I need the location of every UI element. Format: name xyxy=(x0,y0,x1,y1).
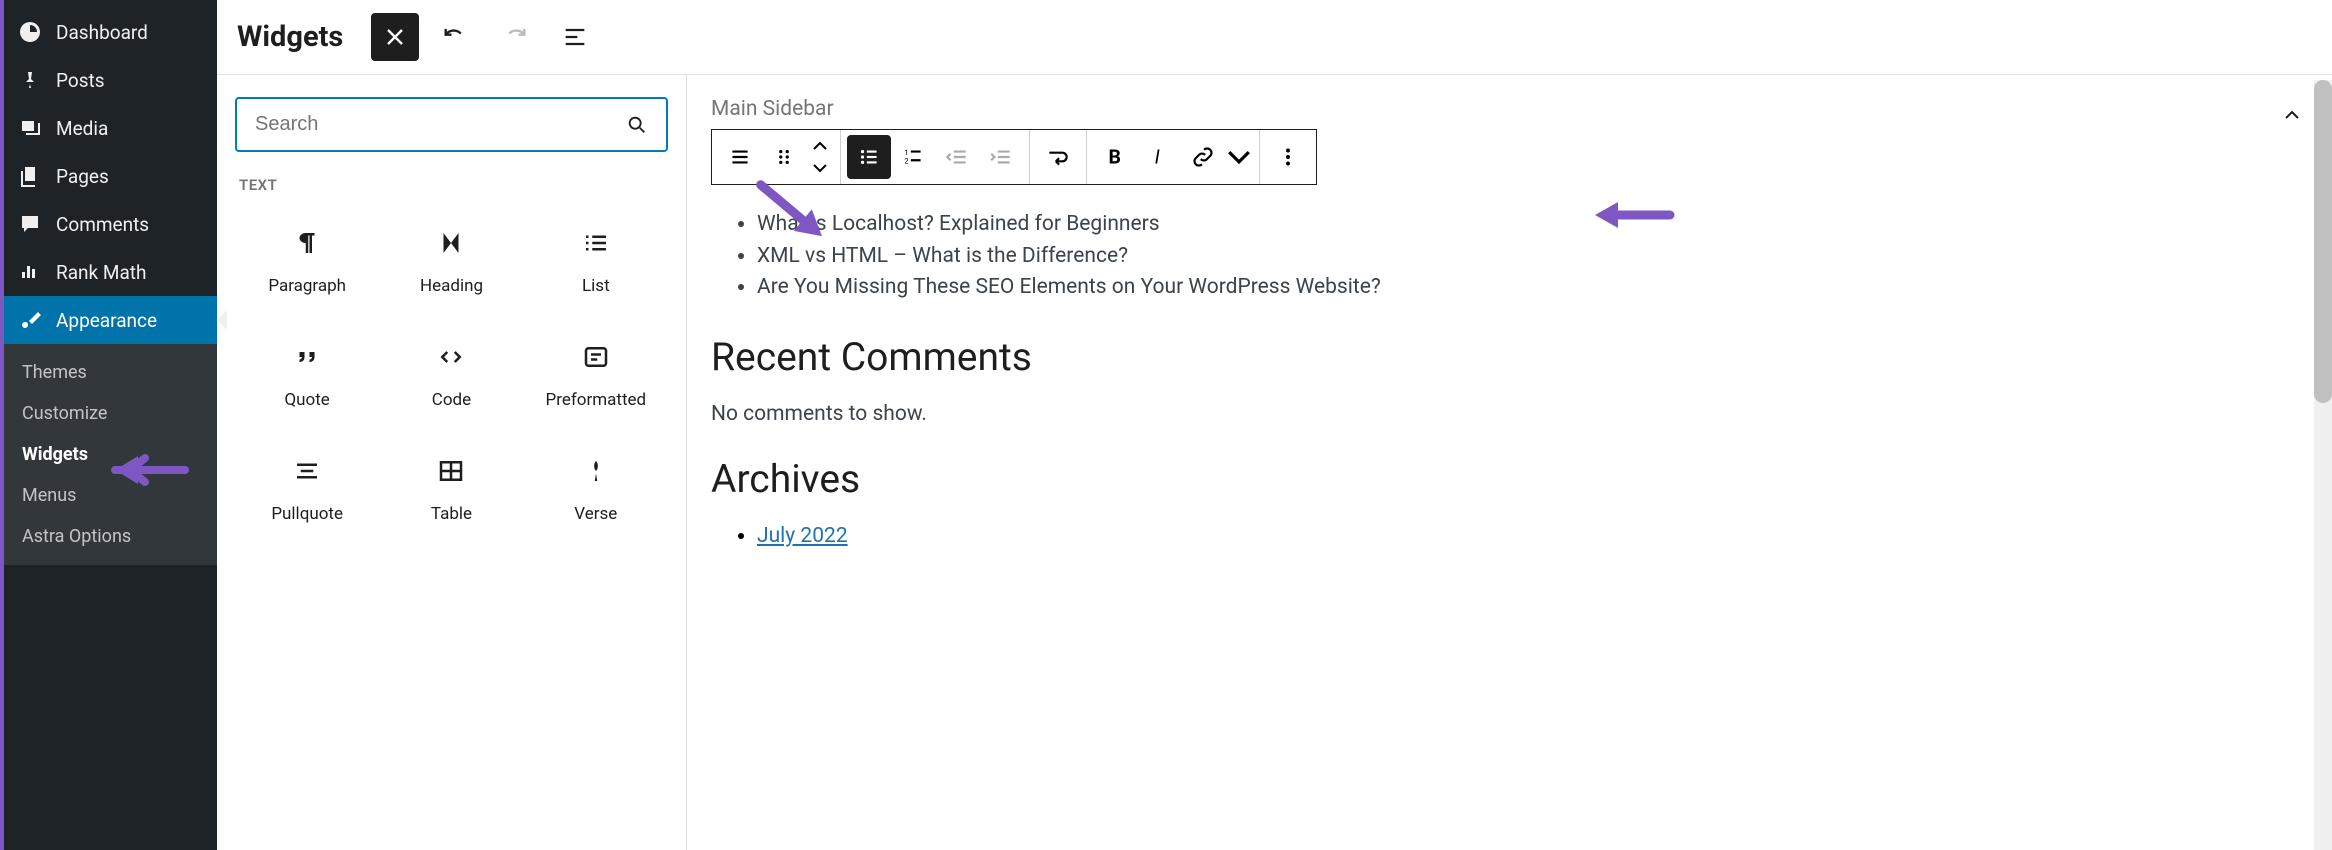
indent-button[interactable] xyxy=(979,135,1023,179)
block-heading[interactable]: Heading xyxy=(379,202,523,316)
chart-icon xyxy=(18,260,42,284)
archives-list: July 2022 xyxy=(711,524,2308,548)
collapse-button[interactable] xyxy=(2280,103,2304,127)
sidebar-item-posts[interactable]: Posts xyxy=(4,56,217,104)
sidebar-item-dashboard[interactable]: Dashboard xyxy=(4,8,217,56)
unordered-list-button[interactable] xyxy=(847,135,891,179)
main-area: Widgets TEX xyxy=(217,0,2332,850)
scrollbar-thumb[interactable] xyxy=(2314,80,2332,403)
block-toolbar: 12 B I xyxy=(711,129,1317,185)
sidebar-label: Appearance xyxy=(56,309,157,332)
move-up-button[interactable] xyxy=(806,135,834,157)
sidebar-item-media[interactable]: Media xyxy=(4,104,217,152)
sidebar-item-rankmath[interactable]: Rank Math xyxy=(4,248,217,296)
more-options-button[interactable] xyxy=(1266,135,1310,179)
submenu-widgets[interactable]: Widgets xyxy=(4,434,217,475)
outdent-button[interactable] xyxy=(935,135,979,179)
preformatted-icon xyxy=(581,342,611,372)
submenu-customize[interactable]: Customize xyxy=(4,393,217,434)
dashboard-icon xyxy=(18,20,42,44)
brush-icon xyxy=(18,308,42,332)
ordered-list-button[interactable]: 12 xyxy=(891,135,935,179)
close-inserter-button[interactable] xyxy=(371,13,419,61)
list-view-button[interactable] xyxy=(551,13,599,61)
sidebar-item-appearance[interactable]: Appearance xyxy=(4,296,217,344)
topbar: Widgets xyxy=(217,0,2332,75)
admin-sidebar: Dashboard Posts Media Pages Comments xyxy=(0,0,217,850)
block-type-button[interactable] xyxy=(718,135,762,179)
list-item: July 2022 xyxy=(757,524,2308,548)
sidebar-item-comments[interactable]: Comments xyxy=(4,200,217,248)
svg-text:1: 1 xyxy=(904,148,908,157)
sidebar-label: Dashboard xyxy=(56,21,148,44)
list-item[interactable]: Are You Missing These SEO Elements on Yo… xyxy=(757,272,2308,304)
block-code[interactable]: Code xyxy=(379,316,523,430)
block-verse[interactable]: Verse xyxy=(524,430,668,544)
code-icon xyxy=(436,342,466,372)
sidebar-label: Pages xyxy=(56,165,109,188)
bold-button[interactable]: B xyxy=(1093,135,1137,179)
undo-button[interactable] xyxy=(431,13,479,61)
block-quote[interactable]: Quote xyxy=(235,316,379,430)
recent-posts-list[interactable]: What is Localhost? Explained for Beginne… xyxy=(711,209,2308,304)
widget-area-title: Main Sidebar xyxy=(711,97,2308,121)
editor-canvas: Main Sidebar xyxy=(687,75,2332,850)
archives-heading[interactable]: Archives xyxy=(711,456,2308,502)
submenu-themes[interactable]: Themes xyxy=(4,352,217,393)
list-item[interactable]: XML vs HTML – What is the Difference? xyxy=(757,241,2308,273)
move-down-button[interactable] xyxy=(806,157,834,179)
category-label: TEXT xyxy=(239,176,668,194)
pin-icon xyxy=(18,68,42,92)
submenu-menus[interactable]: Menus xyxy=(4,475,217,516)
archive-link[interactable]: July 2022 xyxy=(757,524,848,548)
svg-text:B: B xyxy=(1109,146,1121,169)
block-inserter: TEXT Paragraph Heading List xyxy=(217,75,687,850)
block-paragraph[interactable]: Paragraph xyxy=(235,202,379,316)
block-preformatted[interactable]: Preformatted xyxy=(524,316,668,430)
pullquote-icon xyxy=(292,456,322,486)
media-icon xyxy=(18,116,42,140)
quote-icon xyxy=(292,342,322,372)
italic-button[interactable]: I xyxy=(1137,135,1181,179)
more-inline-button[interactable] xyxy=(1225,135,1253,179)
sidebar-label: Rank Math xyxy=(56,261,146,284)
search-field-wrap[interactable] xyxy=(235,97,668,152)
no-comments-text: No comments to show. xyxy=(711,402,2308,426)
table-icon xyxy=(436,456,466,486)
svg-text:I: I xyxy=(1155,146,1160,169)
drag-handle[interactable] xyxy=(762,135,806,179)
appearance-submenu: Themes Customize Widgets Menus Astra Opt… xyxy=(4,344,217,565)
sidebar-label: Posts xyxy=(56,69,105,92)
link-button[interactable] xyxy=(1181,135,1225,179)
page-title: Widgets xyxy=(237,20,343,54)
sidebar-label: Comments xyxy=(56,213,149,236)
search-icon xyxy=(626,114,648,136)
block-list[interactable]: List xyxy=(524,202,668,316)
block-table[interactable]: Table xyxy=(379,430,523,544)
link-wrap-button[interactable] xyxy=(1036,135,1080,179)
comment-icon xyxy=(18,212,42,236)
svg-text:2: 2 xyxy=(904,157,908,166)
verse-icon xyxy=(581,456,611,486)
submenu-astra[interactable]: Astra Options xyxy=(4,516,217,557)
sidebar-item-pages[interactable]: Pages xyxy=(4,152,217,200)
list-item[interactable]: What is Localhost? Explained for Beginne… xyxy=(757,209,2308,241)
block-pullquote[interactable]: Pullquote xyxy=(235,430,379,544)
list-icon xyxy=(581,228,611,258)
recent-comments-heading[interactable]: Recent Comments xyxy=(711,334,2308,380)
scrollbar[interactable] xyxy=(2314,80,2332,850)
pages-icon xyxy=(18,164,42,188)
search-input[interactable] xyxy=(255,113,626,136)
redo-button[interactable] xyxy=(491,13,539,61)
paragraph-icon xyxy=(292,228,322,258)
heading-icon xyxy=(436,228,466,258)
sidebar-label: Media xyxy=(56,117,108,140)
